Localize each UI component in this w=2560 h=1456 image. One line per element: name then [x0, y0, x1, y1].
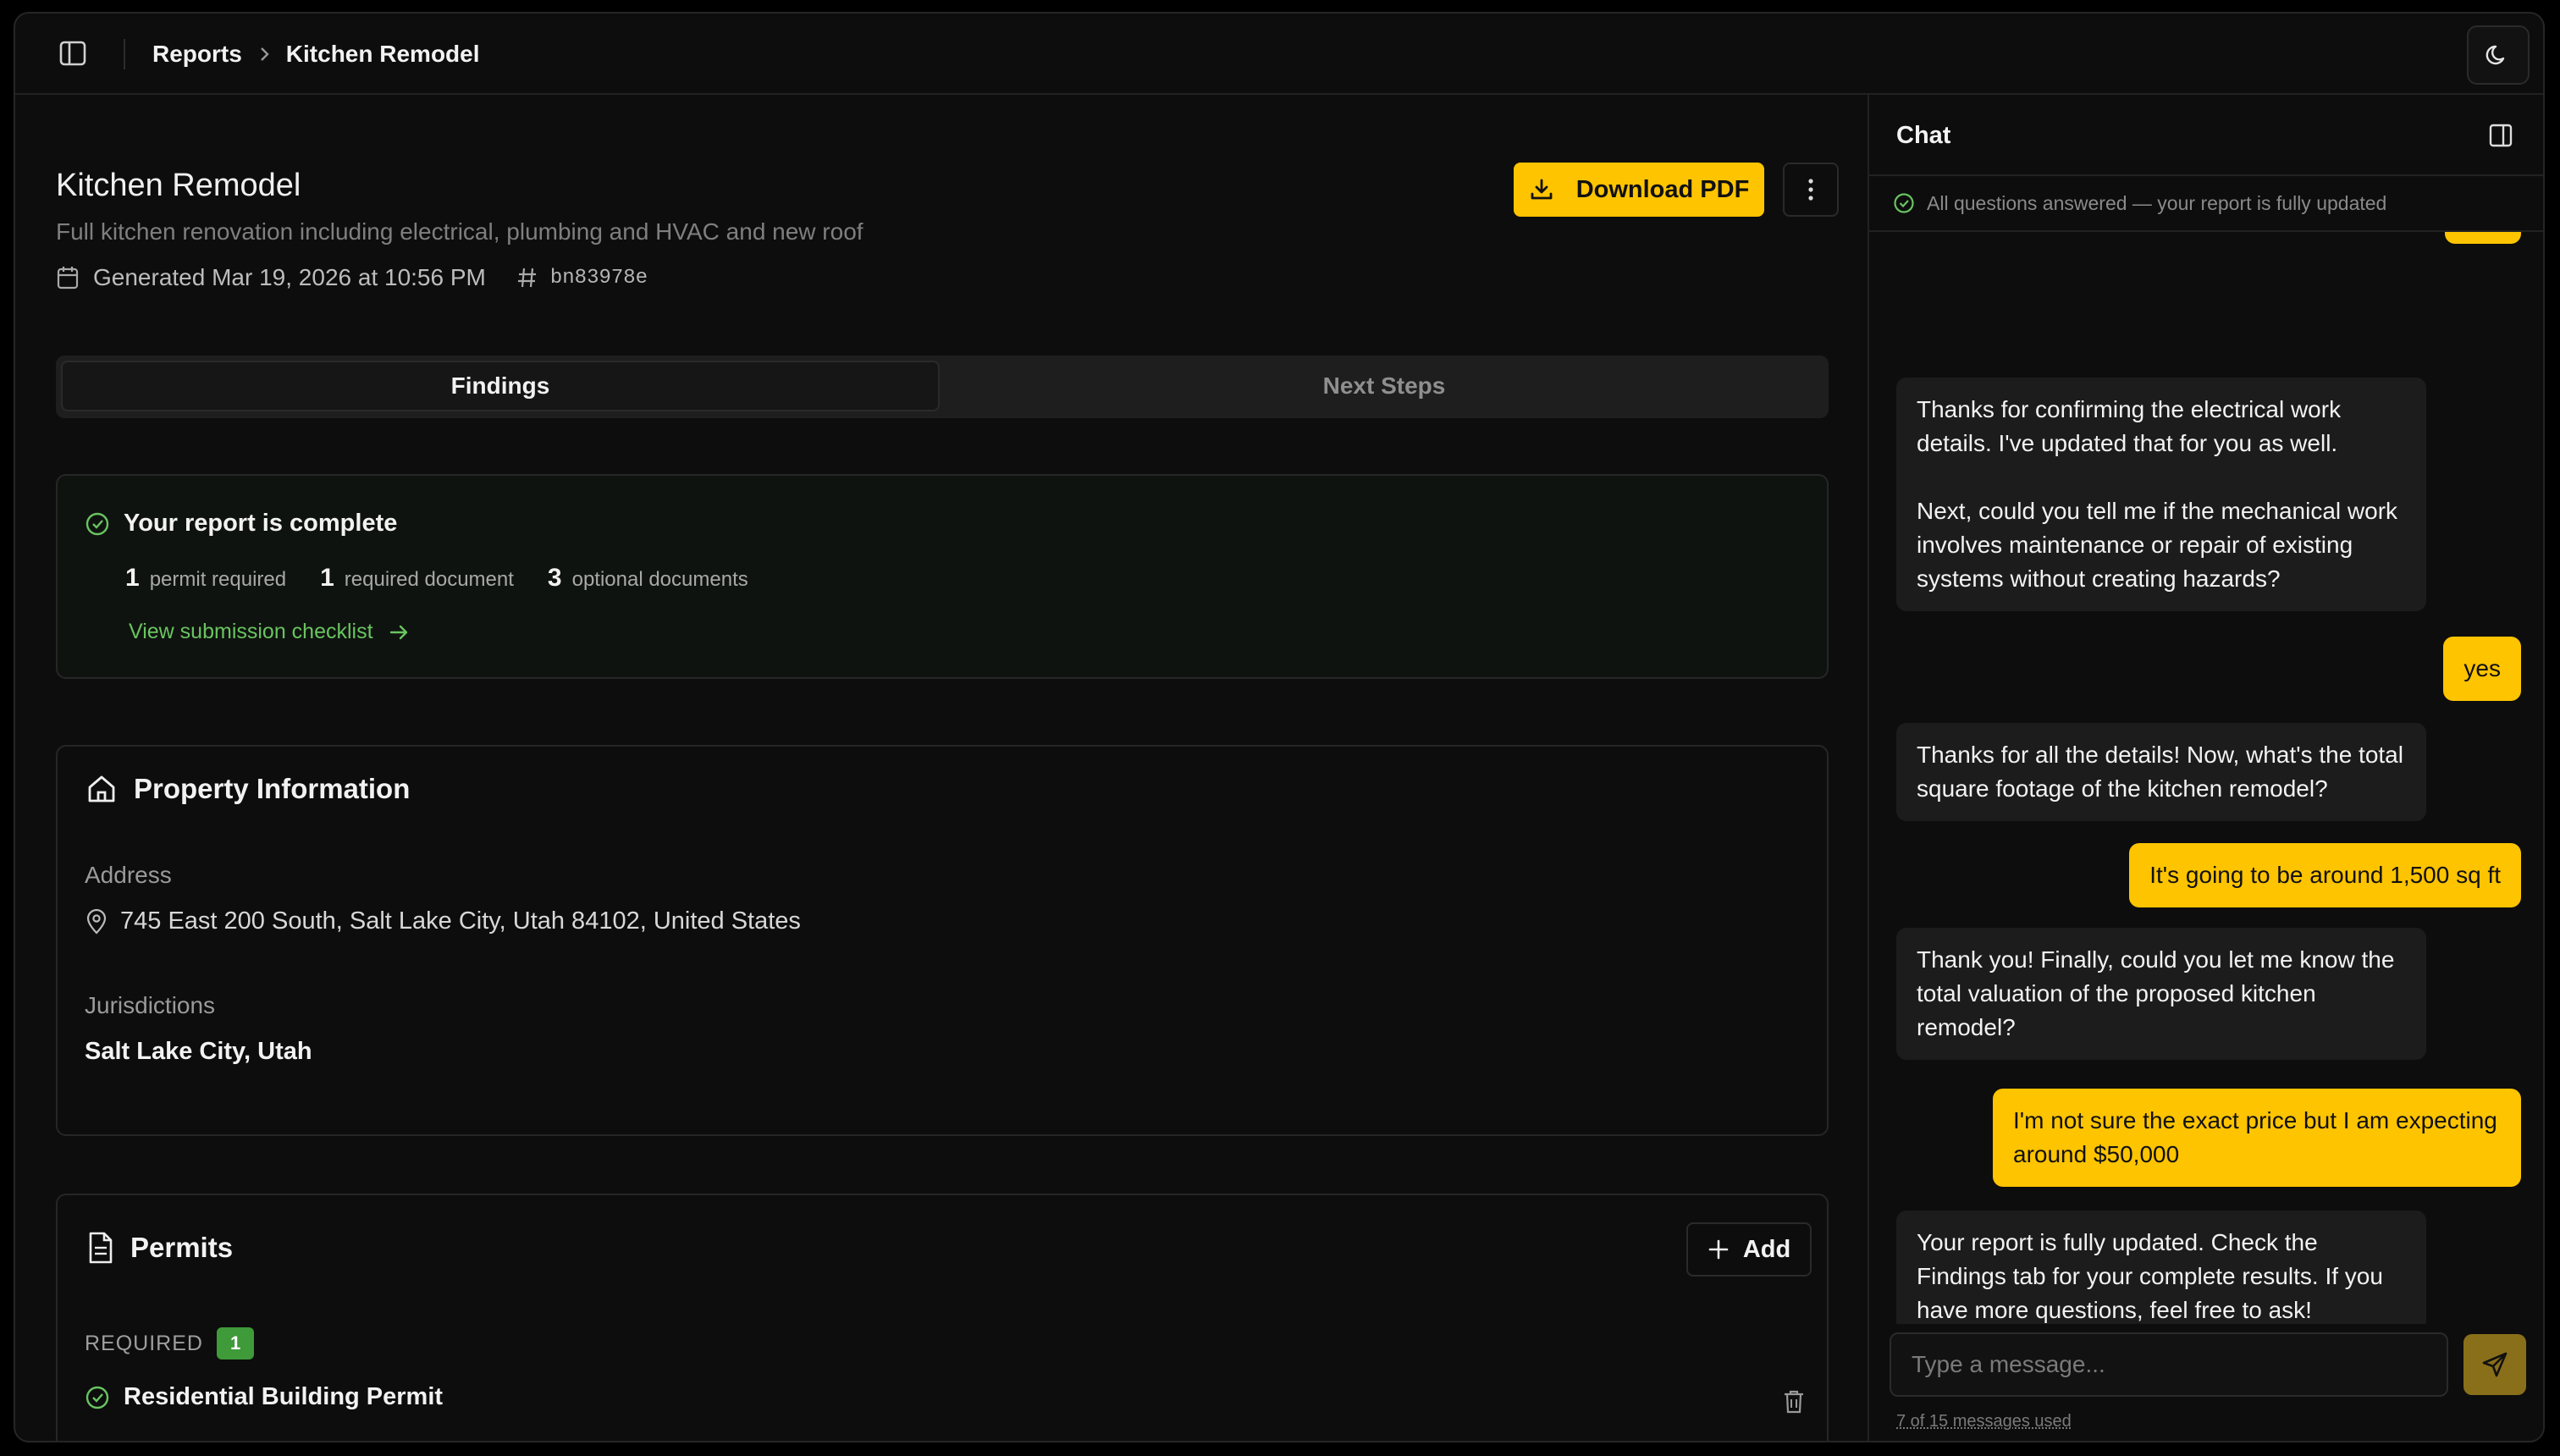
- generated-date: Generated Mar 19, 2026 at 10:56 PM: [93, 264, 486, 290]
- hash-icon: [516, 266, 538, 290]
- address-value: 745 East 200 South, Salt Lake City, Utah…: [120, 907, 801, 935]
- required-label: REQUIRED: [85, 1331, 203, 1355]
- jurisdictions-label: Jurisdictions: [85, 992, 216, 1018]
- message-usage-counter: 7 of 15 messages used: [1896, 1412, 2072, 1431]
- chat-message-user-partial: [2445, 232, 2521, 244]
- top-bar: Reports Kitchen Remodel: [15, 14, 2543, 95]
- chevron-right-icon: [257, 46, 271, 63]
- panel-toggle-icon[interactable]: [2487, 122, 2514, 149]
- breadcrumb-reports-link[interactable]: Reports: [152, 41, 242, 68]
- stat-required-docs: 1 required document: [320, 564, 514, 592]
- download-label: Download PDF: [1575, 175, 1750, 203]
- page-title: Kitchen Remodel: [56, 168, 301, 203]
- chat-input-container: [1890, 1332, 2448, 1397]
- chat-message-user: It's going to be around 1,500 sq ft: [2129, 843, 2521, 907]
- breadcrumb-current: Kitchen Remodel: [285, 41, 480, 67]
- permit-item[interactable]: Residential Building Permit: [85, 1383, 443, 1411]
- check-circle-icon: [85, 511, 110, 537]
- document-icon: [85, 1231, 115, 1265]
- calendar-icon: [56, 265, 80, 290]
- chat-header: Chat: [1869, 95, 2543, 176]
- tab-findings[interactable]: Findings: [61, 361, 940, 411]
- breadcrumb: Reports Kitchen Remodel: [152, 39, 480, 69]
- download-icon: [1531, 179, 1553, 200]
- view-checklist-link[interactable]: View submission checklist: [129, 620, 411, 644]
- check-circle-icon: [1893, 192, 1915, 214]
- required-count-badge: 1: [216, 1327, 255, 1359]
- address-label: Address: [85, 862, 172, 888]
- plus-icon: [1708, 1239, 1729, 1260]
- send-button[interactable]: [2463, 1334, 2526, 1395]
- chat-message-bot: Thanks for all the details! Now, what's …: [1896, 723, 2426, 821]
- property-title: Property Information: [134, 773, 411, 804]
- report-stats: 1 permit required 1 required document 3 opt…: [125, 564, 748, 593]
- chat-message-bot: Your report is fully updated. Check the …: [1896, 1211, 2426, 1324]
- report-tabs: Findings Next Steps: [56, 356, 1829, 418]
- home-icon: [85, 772, 119, 806]
- chat-message-bot: Thank you! Finally, could you let me kno…: [1896, 928, 2426, 1060]
- complete-title: Your report is complete: [124, 510, 398, 537]
- property-info-card: Property Information Address 745 East 20…: [56, 745, 1829, 1136]
- trash-icon[interactable]: [1781, 1388, 1807, 1415]
- chat-message-user: yes: [2443, 637, 2521, 701]
- chat-title: Chat: [1896, 122, 1951, 149]
- check-circle-icon: [85, 1385, 110, 1410]
- chat-status-bar: All questions answered — your report is …: [1869, 176, 2543, 232]
- send-icon: [2482, 1352, 2508, 1377]
- report-meta: Generated Mar 19, 2026 at 10:56 PM bn839…: [56, 264, 648, 291]
- jurisdictions-value: Salt Lake City, Utah: [85, 1038, 312, 1065]
- chat-panel: Chat All questions answered — your repor…: [1868, 95, 2543, 1441]
- stat-optional-docs: 3 optional documents: [547, 564, 748, 592]
- chat-message-input[interactable]: [1891, 1334, 2447, 1395]
- download-pdf-button[interactable]: Download PDF: [1514, 163, 1764, 217]
- permit-name: Residential Building Permit: [124, 1383, 444, 1410]
- chat-message-bot: Thanks for confirming the electrical wor…: [1896, 378, 2426, 611]
- permits-title: Permits: [130, 1232, 234, 1263]
- arrow-right-icon: [389, 622, 411, 643]
- moon-icon: [2486, 45, 2505, 65]
- more-vertical-icon: [1808, 179, 1813, 201]
- page-subtitle: Full kitchen renovation including electr…: [56, 218, 863, 245]
- chat-messages: Thanks for confirming the electrical wor…: [1869, 232, 2543, 1324]
- theme-toggle-button[interactable]: [2467, 25, 2530, 85]
- report-complete-card: Your report is complete 1 permit required…: [56, 474, 1829, 679]
- divider: [124, 39, 125, 69]
- more-options-button[interactable]: [1783, 163, 1839, 217]
- chat-status-text: All questions answered — your report is …: [1927, 191, 2387, 214]
- sidebar-toggle-icon[interactable]: [56, 39, 90, 69]
- add-permit-button[interactable]: Add: [1686, 1222, 1812, 1277]
- map-pin-icon: [85, 908, 108, 935]
- tab-next-steps[interactable]: Next Steps: [945, 361, 1823, 411]
- permits-card: Permits Add REQUIRED 1 Residential Build…: [56, 1194, 1829, 1441]
- app-window: Reports Kitchen Remodel Kitchen Remodel …: [14, 12, 2545, 1442]
- stat-permits: 1 permit required: [125, 564, 287, 592]
- main-content: Kitchen Remodel Full kitchen renovation …: [15, 95, 1868, 1441]
- chat-message-user: I'm not sure the exact price but I am ex…: [1993, 1089, 2521, 1187]
- report-id: bn83978e: [549, 266, 648, 290]
